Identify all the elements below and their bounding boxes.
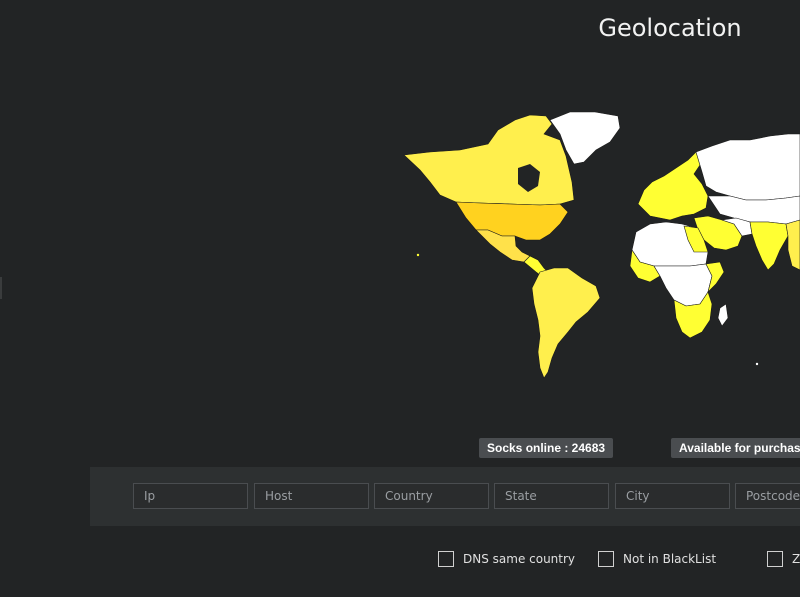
country-filter-input[interactable]	[374, 483, 489, 509]
not-in-blacklist-label: Not in BlackList	[623, 552, 717, 566]
scroll-handle[interactable]	[0, 277, 2, 299]
ip-filter-input[interactable]	[133, 483, 248, 509]
map-region-island[interactable]	[755, 362, 759, 366]
world-map[interactable]	[390, 100, 800, 385]
page-title: Geolocation	[598, 14, 742, 42]
dns-same-country-checkbox[interactable]	[438, 551, 454, 567]
socks-online-badge: Socks online : 24683	[479, 438, 614, 458]
map-region-island[interactable]	[416, 253, 420, 257]
map-region-russia[interactable]	[695, 133, 800, 201]
not-in-blacklist-checkbox[interactable]	[598, 551, 614, 567]
map-region-east-asia[interactable]	[785, 219, 800, 271]
city-filter-input[interactable]	[615, 483, 730, 509]
zip-option[interactable]: Zi	[767, 551, 800, 567]
map-region-usa[interactable]	[455, 201, 569, 241]
dns-same-country-option[interactable]: DNS same country	[438, 551, 575, 567]
map-region-canada[interactable]	[403, 114, 575, 206]
state-filter-input[interactable]	[494, 483, 609, 509]
map-region-south-america[interactable]	[531, 267, 601, 379]
zip-label: Zi	[792, 552, 800, 566]
map-region-europe[interactable]	[637, 151, 709, 221]
dns-same-country-label: DNS same country	[463, 552, 576, 566]
available-for-purchase-badge: Available for purchas	[671, 438, 800, 458]
map-region-madagascar[interactable]	[717, 303, 729, 327]
postcode-filter-input[interactable]	[735, 483, 800, 509]
not-in-blacklist-option[interactable]: Not in BlackList	[598, 551, 716, 567]
zip-checkbox[interactable]	[767, 551, 783, 567]
page: Geolocation Socks online : 24683 Availab…	[0, 0, 800, 597]
host-filter-input[interactable]	[254, 483, 369, 509]
map-region-india[interactable]	[749, 221, 789, 271]
